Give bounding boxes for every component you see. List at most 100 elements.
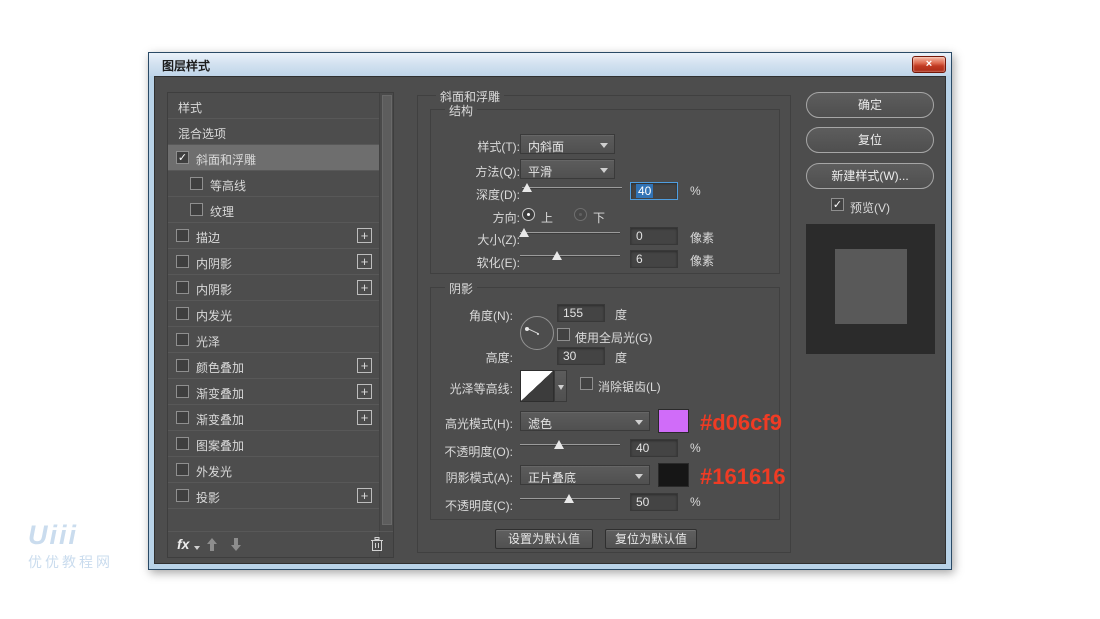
outer-glow-checkbox[interactable] (176, 463, 189, 476)
sidebar-item-outer-glow[interactable]: 外发光 (168, 457, 380, 483)
highlight-color-annotation: #d06cf9 (700, 410, 782, 435)
depth-slider[interactable] (522, 182, 622, 194)
altitude-input[interactable]: 30 (557, 347, 605, 365)
add-effect-icon[interactable]: + (357, 410, 372, 425)
sidebar-item-blending-options[interactable]: 混合选项 (168, 119, 380, 145)
sidebar-item-texture[interactable]: 纹理 (168, 197, 380, 223)
sidebar-item-bevel-emboss[interactable]: ✓ 斜面和浮雕 (168, 145, 380, 171)
highlight-opacity-slider[interactable] (520, 439, 620, 451)
soften-label: 软化(E): (476, 256, 520, 270)
watermark: Uiii 优优教程网 (28, 520, 113, 572)
sidebar-list: 样式 混合选项 ✓ 斜面和浮雕 等高线 纹理 描边 + 内阴影 + 内阴影 + 内发光 光泽 颜色叠加 + 渐变… (168, 93, 380, 509)
sidebar-item-satin[interactable]: 光泽 (168, 327, 380, 353)
set-default-button[interactable]: 设置为默认值 (495, 529, 593, 549)
sidebar-item-label: 渐变叠加 (196, 387, 245, 401)
direction-up-label: 上 (541, 211, 554, 225)
sidebar-item-inner-shadow-1[interactable]: 内阴影 + (168, 249, 380, 275)
inner-shadow-1-checkbox[interactable] (176, 255, 189, 268)
chevron-down-icon (635, 474, 643, 479)
ok-button[interactable]: 确定 (806, 92, 934, 118)
sidebar-item-styles[interactable]: 样式 (168, 93, 380, 119)
depth-label: 深度(D): (476, 188, 520, 202)
sidebar-item-color-overlay[interactable]: 颜色叠加 + (168, 353, 380, 379)
bevel-emboss-checkbox[interactable]: ✓ (176, 151, 189, 164)
highlight-opacity-input[interactable]: 40 (630, 439, 678, 457)
sidebar-item-gradient-overlay-2[interactable]: 渐变叠加 + (168, 405, 380, 431)
highlight-opacity-unit: % (690, 441, 701, 455)
texture-checkbox[interactable] (190, 203, 203, 216)
satin-checkbox[interactable] (176, 333, 189, 346)
depth-input[interactable]: 40 (630, 182, 678, 200)
contour-checkbox[interactable] (190, 177, 203, 190)
pattern-overlay-checkbox[interactable] (176, 437, 189, 450)
sidebar-item-inner-glow[interactable]: 内发光 (168, 301, 380, 327)
size-slider[interactable] (519, 227, 620, 239)
highlight-mode-label: 高光模式(H): (445, 417, 513, 431)
new-style-button[interactable]: 新建样式(W)... (806, 163, 934, 189)
highlight-mode-value: 滤色 (528, 417, 553, 431)
angle-unit: 度 (615, 308, 628, 322)
inner-shadow-2-checkbox[interactable] (176, 281, 189, 294)
size-input[interactable]: 0 (630, 227, 678, 245)
inner-glow-checkbox[interactable] (176, 307, 189, 320)
direction-down-radio[interactable] (574, 208, 587, 221)
delete-effect-icon[interactable] (370, 536, 384, 552)
add-effect-icon[interactable]: + (357, 254, 372, 269)
shadow-opacity-label: 不透明度(C): (445, 499, 513, 513)
shadow-opacity-input[interactable]: 50 (630, 493, 678, 511)
gloss-contour-thumbnail[interactable] (520, 370, 554, 402)
highlight-opacity-label: 不透明度(O): (444, 445, 513, 459)
stroke-checkbox[interactable] (176, 229, 189, 242)
gradient-overlay-2-checkbox[interactable] (176, 411, 189, 424)
angle-dial[interactable] (520, 316, 554, 350)
style-select[interactable]: 内斜面 (520, 134, 615, 154)
size-label: 大小(Z): (477, 233, 520, 247)
scrollbar-thumb[interactable] (382, 95, 392, 525)
drop-shadow-checkbox[interactable] (176, 489, 189, 502)
shadow-mode-select[interactable]: 正片叠底 (520, 465, 650, 485)
sidebar-scrollbar[interactable] (379, 93, 393, 557)
soften-input[interactable]: 6 (630, 250, 678, 268)
direction-up-radio[interactable] (522, 208, 535, 221)
sidebar-item-label: 等高线 (210, 179, 247, 193)
sidebar-item-drop-shadow[interactable]: 投影 + (168, 483, 380, 509)
sidebar-item-label: 内发光 (196, 309, 233, 323)
sidebar-item-pattern-overlay[interactable]: 图案叠加 (168, 431, 380, 457)
sidebar-item-gradient-overlay-1[interactable]: 渐变叠加 + (168, 379, 380, 405)
add-effect-icon[interactable]: + (357, 358, 372, 373)
move-effect-up-icon[interactable] (206, 538, 218, 551)
shadow-opacity-slider[interactable] (520, 493, 620, 505)
sidebar-item-label: 描边 (196, 231, 221, 245)
gloss-contour-dropdown[interactable] (554, 370, 567, 402)
sidebar-item-inner-shadow-2[interactable]: 内阴影 + (168, 275, 380, 301)
add-effect-icon[interactable]: + (357, 228, 372, 243)
soften-slider[interactable] (520, 250, 620, 262)
color-overlay-checkbox[interactable] (176, 359, 189, 372)
preview-checkbox[interactable]: ✓ (831, 198, 844, 211)
anti-aliased-checkbox[interactable] (580, 377, 593, 390)
angle-label: 角度(N): (469, 309, 513, 323)
depth-unit: % (690, 184, 701, 198)
sidebar-item-label: 内阴影 (196, 257, 233, 271)
sidebar-item-contour[interactable]: 等高线 (168, 171, 380, 197)
gradient-overlay-1-checkbox[interactable] (176, 385, 189, 398)
fx-menu-button[interactable]: fx (177, 536, 189, 552)
shadow-color-swatch[interactable] (658, 463, 689, 487)
structure-group-title: 结构 (445, 102, 478, 119)
close-button[interactable]: × (912, 56, 946, 73)
add-effect-icon[interactable]: + (357, 384, 372, 399)
highlight-mode-select[interactable]: 滤色 (520, 411, 650, 431)
dialog-titlebar[interactable]: 图层样式 × (149, 53, 951, 76)
angle-input[interactable]: 155 (557, 304, 605, 322)
add-effect-icon[interactable]: + (357, 280, 372, 295)
move-effect-down-icon[interactable] (230, 538, 242, 551)
use-global-light-checkbox[interactable] (557, 328, 570, 341)
technique-select[interactable]: 平滑 (520, 159, 615, 179)
add-effect-icon[interactable]: + (357, 488, 372, 503)
reset-default-button[interactable]: 复位为默认值 (605, 529, 697, 549)
reset-button[interactable]: 复位 (806, 127, 934, 153)
sidebar-item-stroke[interactable]: 描边 + (168, 223, 380, 249)
technique-label: 方法(Q): (475, 165, 520, 179)
highlight-color-swatch[interactable] (658, 409, 689, 433)
sidebar-item-label: 颜色叠加 (196, 361, 245, 375)
